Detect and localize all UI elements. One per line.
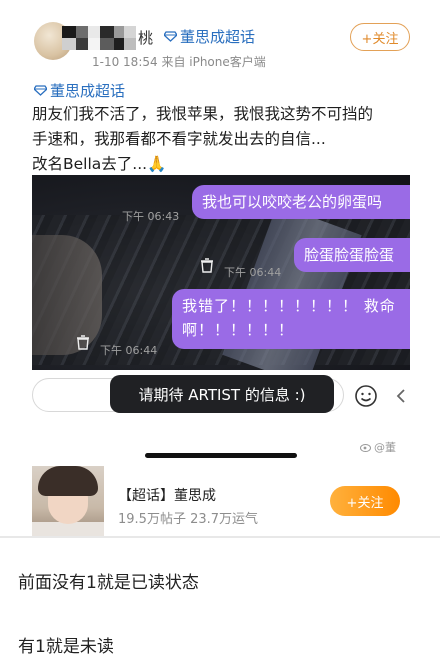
chat-bubble: 脸蛋脸蛋脸蛋 (294, 238, 410, 272)
weibo-post: 桃 董思成超话 1-10 18:54 来自 iPhone客户端 +关注 董思成超… (0, 0, 440, 536)
caption-line: 前面没有1就是已读状态 (18, 573, 199, 593)
topic-link[interactable]: 董思成超话 (34, 80, 125, 101)
watermark-text: @董 (374, 441, 396, 454)
divider (0, 536, 440, 538)
card-thumbnail (32, 466, 104, 536)
post-meta: 1-10 18:54 来自 iPhone客户端 (92, 55, 266, 69)
message-time: 下午 06:44 (224, 266, 282, 279)
author-chaohua-link[interactable]: 董思成超话 (164, 26, 255, 47)
author-chaohua-label: 董思成超话 (180, 28, 256, 46)
chat-bubble: 我也可以咬咬老公的卵蛋吗 (192, 185, 410, 219)
caption-line: 有1就是未读 (18, 637, 114, 657)
post-body: 朋友们我不活了，我恨苹果，我恨我这势不可挡的 手速和，我那看都不看字就发出去的自… (32, 102, 417, 177)
super-topic-card[interactable]: 【超话】董思成 19.5万帖子 23.7万运气 +关注 (32, 466, 410, 536)
card-title: 【超话】董思成 (118, 488, 216, 504)
toast-message: 请期待 ARTIST 的信息 :) (110, 375, 334, 413)
diamond-icon (34, 85, 47, 96)
chat-screenshot[interactable]: 我也可以咬咬老公的卵蛋吗 下午 06:43 脸蛋脸蛋脸蛋 下午 06:44 我错… (32, 175, 410, 370)
weibo-watermark: @董 (360, 439, 396, 455)
follow-button[interactable]: +关注 (350, 23, 410, 51)
post-body-line: 朋友们我不活了，我恨苹果，我恨我这势不可挡的 (32, 105, 374, 123)
topic-label: 董思成超话 (50, 82, 126, 100)
message-time: 下午 06:44 (100, 344, 158, 357)
thumb-shirt (32, 522, 104, 536)
trash-icon (76, 335, 90, 350)
chevron-left-icon[interactable] (394, 388, 408, 404)
thumb-hair (38, 466, 98, 496)
background-hand (32, 235, 102, 355)
message-time: 下午 06:43 (122, 210, 180, 223)
card-stats: 19.5万帖子 23.7万运气 (118, 512, 259, 527)
chat-bubble: 我错了！！！！！！！！ 救命啊！！！！！！ (172, 289, 410, 349)
emoji-icon[interactable] (354, 384, 378, 408)
diamond-icon (164, 31, 177, 42)
post-body-line: 改名Bella去了...🙏 (32, 155, 167, 173)
trash-icon (200, 258, 214, 273)
author-name-tail[interactable]: 桃 (138, 27, 153, 48)
card-follow-button[interactable]: +关注 (330, 486, 400, 516)
weibo-icon (360, 444, 371, 452)
home-indicator (145, 453, 297, 458)
author-name-mosaic (62, 26, 136, 50)
post-body-line: 手速和，我那看都不看字就发出去的自信... (32, 130, 326, 148)
